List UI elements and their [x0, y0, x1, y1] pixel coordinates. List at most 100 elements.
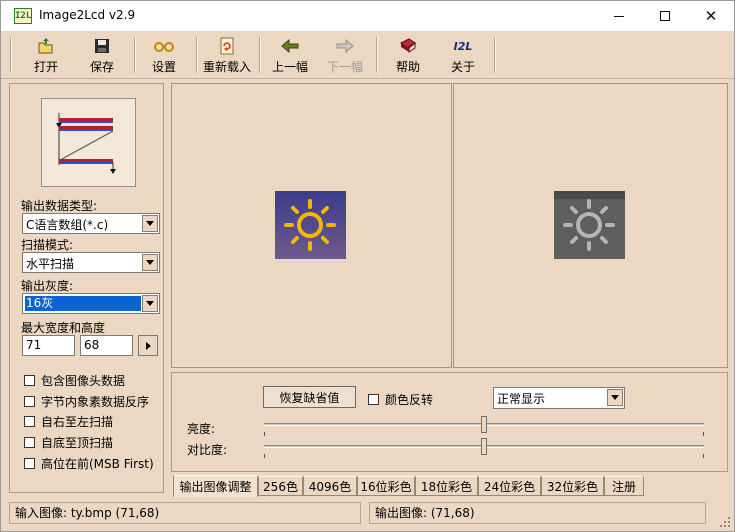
- contrast-slider-thumb[interactable]: [481, 438, 487, 455]
- contrast-label: 对比度:: [187, 443, 228, 457]
- gray-level-value: 16灰: [25, 296, 141, 311]
- tab-7[interactable]: 注册: [604, 476, 644, 496]
- reload-document-icon: [217, 36, 237, 56]
- max-width-input[interactable]: 71: [22, 335, 75, 356]
- prev-image-label: 上一幅: [271, 60, 308, 74]
- toolbar-separator: [494, 37, 496, 73]
- option-right-to-left[interactable]: 自右至左扫描: [24, 413, 113, 430]
- next-image-button[interactable]: 下一幅: [322, 33, 368, 75]
- open-label: 打开: [33, 60, 58, 74]
- option-include-header[interactable]: 包含图像头数据: [24, 372, 125, 389]
- option-label: 字节内象素数据反序: [41, 395, 150, 409]
- toolbar-separator: [259, 37, 261, 73]
- chevron-down-icon[interactable]: [142, 254, 158, 271]
- toolbar-separator: [10, 37, 12, 73]
- output-image-pane: [453, 83, 728, 368]
- restore-defaults-button[interactable]: 恢复缺省值: [263, 386, 356, 408]
- chevron-down-icon[interactable]: [142, 295, 158, 312]
- reload-label: 重新载入: [202, 60, 251, 74]
- about-button[interactable]: I2L 关于: [440, 33, 486, 75]
- tab-5[interactable]: 24位彩色: [478, 476, 541, 496]
- glasses-icon: [154, 36, 174, 56]
- option-msb-first[interactable]: 高位在前(MSB First): [24, 455, 154, 472]
- scan-mode-select[interactable]: 水平扫描: [22, 252, 160, 273]
- open-button[interactable]: 打开: [23, 33, 69, 75]
- option-label: 自底至顶扫描: [41, 436, 114, 450]
- tab-6[interactable]: 32位彩色: [541, 476, 604, 496]
- window-title: Image2Lcd v2.9: [39, 8, 136, 22]
- about-label: 关于: [450, 60, 475, 74]
- option-reverse-pixel-order[interactable]: 字节内象素数据反序: [24, 393, 149, 410]
- checkbox[interactable]: [24, 396, 35, 407]
- display-mode-select[interactable]: 正常显示: [493, 387, 625, 409]
- tab-2[interactable]: 4096色: [303, 476, 357, 496]
- slider-tick: [264, 454, 265, 458]
- reload-button[interactable]: 重新载入: [201, 33, 253, 75]
- help-book-icon: [398, 36, 418, 56]
- input-image-pane: [171, 83, 452, 368]
- toolbar: 打开 保存 设置 重新载入 上一幅 下一幅 帮助 I2L 关于: [1, 31, 734, 79]
- close-button[interactable]: ✕: [688, 1, 734, 31]
- checkbox[interactable]: [24, 375, 35, 386]
- chevron-down-icon[interactable]: [607, 389, 623, 406]
- apply-size-button[interactable]: [138, 335, 158, 356]
- slider-tick: [264, 432, 265, 436]
- output-image: [554, 191, 625, 259]
- minimize-icon: [614, 15, 624, 17]
- scan-mode-label: 扫描模式:: [21, 238, 74, 252]
- checkbox[interactable]: [368, 394, 379, 405]
- settings-button[interactable]: 设置: [141, 33, 187, 75]
- save-button[interactable]: 保存: [79, 33, 125, 75]
- max-size-label: 最大宽度和高度: [21, 321, 106, 335]
- right-arrow-icon: [335, 36, 355, 56]
- option-label: 自右至左扫描: [41, 415, 114, 429]
- open-folder-icon: [36, 36, 56, 56]
- help-button[interactable]: 帮助: [385, 33, 431, 75]
- invert-colors-option[interactable]: 颜色反转: [368, 391, 433, 408]
- maximize-icon: [660, 11, 670, 21]
- input-image-status: 输入图像: ty.bmp (71,68): [9, 502, 361, 524]
- output-image-status: 输出图像: (71,68): [369, 502, 706, 524]
- checkbox[interactable]: [24, 416, 35, 427]
- about-logo-icon: I2L: [453, 36, 473, 56]
- minimize-button[interactable]: [596, 1, 642, 31]
- brightness-slider-thumb[interactable]: [481, 416, 487, 433]
- scan-mode-value: 水平扫描: [26, 257, 75, 271]
- tab-4[interactable]: 18位彩色: [415, 476, 478, 496]
- max-height-input[interactable]: 68: [80, 335, 133, 356]
- tab-3[interactable]: 16位彩色: [357, 476, 415, 496]
- settings-label: 设置: [151, 60, 176, 74]
- output-type-label: 输出数据类型:: [21, 199, 98, 213]
- slider-tick: [703, 432, 704, 436]
- sun-icon: [275, 191, 346, 259]
- tab-0[interactable]: 输出图像调整: [173, 475, 258, 497]
- close-icon: ✕: [704, 6, 718, 25]
- option-label: 高位在前(MSB First): [41, 457, 154, 471]
- toolbar-separator: [196, 37, 198, 73]
- floppy-disk-icon: [92, 36, 112, 56]
- checkbox[interactable]: [24, 437, 35, 448]
- option-bottom-to-top[interactable]: 自底至顶扫描: [24, 434, 113, 451]
- display-mode-value: 正常显示: [497, 392, 546, 406]
- prev-image-button[interactable]: 上一幅: [267, 33, 313, 75]
- title-bar[interactable]: I2L Image2Lcd v2.9 ✕: [1, 1, 734, 31]
- maximize-button[interactable]: [642, 1, 688, 31]
- about-logo-text: I2L: [453, 39, 473, 53]
- scan-mode-preview: [41, 98, 136, 187]
- output-type-select[interactable]: C语言数组(*.c): [22, 213, 160, 234]
- save-label: 保存: [89, 60, 114, 74]
- settings-panel: 输出数据类型: C语言数组(*.c) 扫描模式: 水平扫描 输出灰度: 16灰 …: [9, 83, 164, 493]
- checkbox[interactable]: [24, 458, 35, 469]
- slider-tick: [703, 454, 704, 458]
- output-adjust-panel: 恢复缺省值 颜色反转 正常显示 亮度: 对比度:: [171, 372, 728, 472]
- resize-grip-icon[interactable]: [719, 516, 731, 528]
- chevron-down-icon[interactable]: [142, 215, 158, 232]
- output-type-value: C语言数组(*.c): [26, 218, 109, 232]
- gray-level-select[interactable]: 16灰: [22, 293, 160, 314]
- tab-1[interactable]: 256色: [258, 476, 303, 496]
- sun-grayscale-icon: [554, 191, 625, 259]
- play-arrow-icon: [145, 341, 151, 350]
- status-bar: 输入图像: ty.bmp (71,68) 输出图像: (71,68): [1, 499, 734, 531]
- toolbar-separator: [376, 37, 378, 73]
- app-icon: I2L: [14, 8, 32, 24]
